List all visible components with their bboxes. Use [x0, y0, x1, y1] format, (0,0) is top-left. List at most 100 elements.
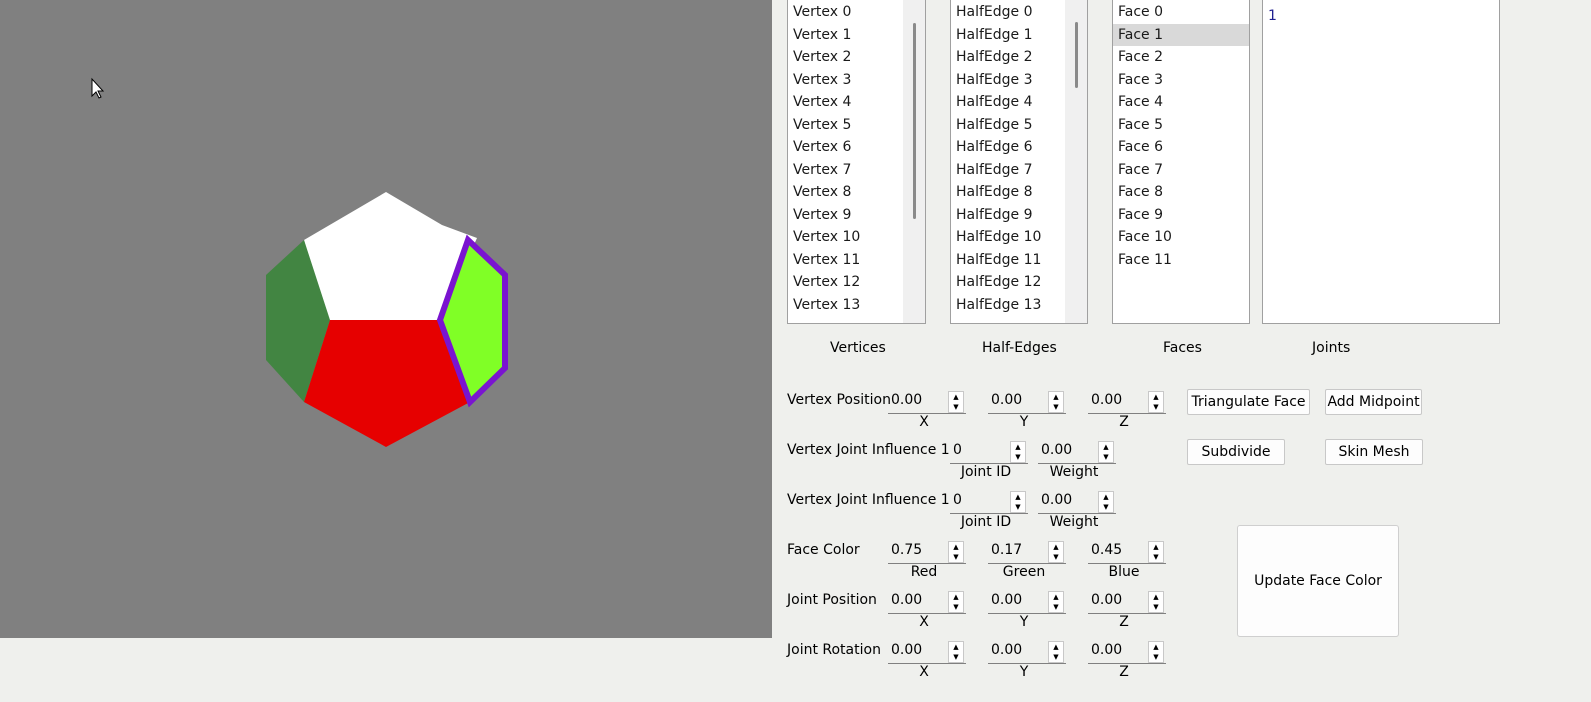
spin-up-icon[interactable]: ▲: [1011, 442, 1025, 452]
spin-down-icon[interactable]: ▼: [1011, 502, 1025, 512]
face-list-item[interactable]: Face 10: [1113, 226, 1249, 249]
vertex-z-spinbox[interactable]: 0.00 ▲ ▼: [1088, 390, 1166, 414]
face-list-item[interactable]: Face 1: [1113, 23, 1249, 46]
spin-down-icon[interactable]: ▼: [1049, 552, 1063, 562]
spin-up-icon[interactable]: ▲: [1099, 442, 1113, 452]
face-list-item[interactable]: Face 3: [1113, 69, 1249, 92]
joint-position-label: Joint Position: [787, 592, 877, 608]
spin-down-icon[interactable]: ▼: [1149, 402, 1163, 412]
triangulate-face-button[interactable]: Triangulate Face: [1187, 389, 1310, 415]
halfedges-label: Half-Edges: [982, 340, 1057, 356]
spin-down-icon[interactable]: ▼: [1049, 652, 1063, 662]
face-blue-caption: Blue: [1108, 564, 1140, 580]
spin-up-icon[interactable]: ▲: [949, 392, 963, 402]
influence1-joint-spinbox[interactable]: 0 ▲ ▼: [950, 440, 1028, 464]
spin-down-icon[interactable]: ▼: [1049, 402, 1063, 412]
spin-up-icon[interactable]: ▲: [1149, 392, 1163, 402]
spin-down-icon[interactable]: ▼: [1099, 452, 1113, 462]
joints-tree[interactable]: [1262, 0, 1500, 324]
face-color-label: Face Color: [787, 542, 860, 558]
vertex-z-caption: Z: [1119, 414, 1129, 430]
joint-rot-y-spinbox[interactable]: 0.00 ▲ ▼: [988, 640, 1066, 664]
faces-list[interactable]: Face 0 Face 1 Face 2 Face 3 Face 4 Face 5 Face…: [1112, 0, 1250, 324]
halfedges-scrollbar[interactable]: [1065, 0, 1087, 323]
influence1-joint-caption: Joint ID: [960, 464, 1012, 480]
face-red-caption: Red: [910, 564, 938, 580]
add-midpoint-button[interactable]: Add Midpoint: [1325, 389, 1422, 415]
spin-down-icon[interactable]: ▼: [949, 552, 963, 562]
joint-pos-y-caption: Y: [1019, 614, 1029, 630]
spin-down-icon[interactable]: ▼: [949, 602, 963, 612]
face-list-item[interactable]: Face 11: [1113, 249, 1249, 272]
face-green-caption: Green: [1002, 564, 1046, 580]
joint-pos-z-spinbox[interactable]: 0.00 ▲ ▼: [1088, 590, 1166, 614]
spin-up-icon[interactable]: ▲: [949, 592, 963, 602]
face-list-item[interactable]: Face 5: [1113, 114, 1249, 137]
spin-down-icon[interactable]: ▼: [1049, 602, 1063, 612]
halfedges-list[interactable]: HalfEdge 0 HalfEdge 1 HalfEdge 2 HalfEdge 3…: [950, 0, 1088, 324]
update-face-color-button[interactable]: Update Face Color: [1237, 525, 1399, 637]
spin-up-icon[interactable]: ▲: [1049, 592, 1063, 602]
face-list-item[interactable]: Face 0: [1113, 1, 1249, 24]
spin-up-icon[interactable]: ▲: [1149, 542, 1163, 552]
joint-pos-z-caption: Z: [1119, 614, 1129, 630]
vertex-y-spinbox[interactable]: 0.00 ▲ ▼: [988, 390, 1066, 414]
face-list-item[interactable]: Face 6: [1113, 136, 1249, 159]
joint-pos-x-caption: X: [919, 614, 929, 630]
face-blue-spinbox[interactable]: 0.45 ▲ ▼: [1088, 540, 1166, 564]
face-green-spinbox[interactable]: 0.17 ▲ ▼: [988, 540, 1066, 564]
joint-rot-z-spinbox[interactable]: 0.00 ▲ ▼: [1088, 640, 1166, 664]
vertex-x-caption: X: [919, 414, 929, 430]
spin-up-icon[interactable]: ▲: [1049, 392, 1063, 402]
vertex-x-spinbox[interactable]: 0.00 ▲ ▼: [888, 390, 966, 414]
face-red-spinbox[interactable]: 0.75 ▲ ▼: [888, 540, 966, 564]
spin-up-icon[interactable]: ▲: [949, 642, 963, 652]
spin-down-icon[interactable]: ▼: [949, 402, 963, 412]
joint-influence-1-label: Vertex Joint Influence 1: [787, 442, 950, 458]
mouse-cursor-icon: [91, 77, 105, 99]
spin-up-icon[interactable]: ▲: [1049, 542, 1063, 552]
spin-down-icon[interactable]: ▼: [1149, 552, 1163, 562]
joint-influence-2-label: Vertex Joint Influence 1: [787, 492, 950, 508]
vertex-y-caption: Y: [1019, 414, 1029, 430]
joint-rot-y-caption: Y: [1019, 664, 1029, 680]
influence2-joint-spinbox[interactable]: 0 ▲ ▼: [950, 490, 1028, 514]
influence1-weight-spinbox[interactable]: 0.00 ▲ ▼: [1038, 440, 1116, 464]
joint-rot-x-caption: X: [919, 664, 929, 680]
subdivide-button[interactable]: Subdivide: [1187, 439, 1285, 465]
influence2-weight-caption: Weight: [1049, 514, 1099, 530]
vertices-scrollbar[interactable]: [903, 0, 925, 323]
face-list-item[interactable]: Face 7: [1113, 159, 1249, 182]
face-list-item[interactable]: Face 8: [1113, 181, 1249, 204]
spin-up-icon[interactable]: ▲: [949, 542, 963, 552]
influence1-weight-caption: Weight: [1049, 464, 1099, 480]
spin-down-icon[interactable]: ▼: [1149, 602, 1163, 612]
face-list-item[interactable]: Face 2: [1113, 46, 1249, 69]
spin-down-icon[interactable]: ▼: [1149, 652, 1163, 662]
joint-pos-y-spinbox[interactable]: 0.00 ▲ ▼: [988, 590, 1066, 614]
gl-viewport[interactable]: [0, 0, 772, 638]
face-list-item[interactable]: Face 9: [1113, 204, 1249, 227]
joint-rotation-label: Joint Rotation: [787, 642, 881, 658]
influence2-joint-caption: Joint ID: [960, 514, 1012, 530]
joint-rot-x-spinbox[interactable]: 0.00 ▲ ▼: [888, 640, 966, 664]
spin-down-icon[interactable]: ▼: [1011, 452, 1025, 462]
spin-down-icon[interactable]: ▼: [949, 652, 963, 662]
joints-label: Joints: [1312, 340, 1351, 356]
joint-rot-z-caption: Z: [1119, 664, 1129, 680]
spin-up-icon[interactable]: ▲: [1011, 492, 1025, 502]
spin-up-icon[interactable]: ▲: [1149, 642, 1163, 652]
spin-up-icon[interactable]: ▲: [1049, 642, 1063, 652]
vertices-list[interactable]: Vertex 0 Vertex 1 Vertex 2 Vertex 3 Vertex 4…: [787, 0, 926, 324]
faces-label: Faces: [1163, 340, 1202, 356]
influence2-weight-spinbox[interactable]: 0.00 ▲ ▼: [1038, 490, 1116, 514]
face-list-item[interactable]: Face 4: [1113, 91, 1249, 114]
spin-up-icon[interactable]: ▲: [1149, 592, 1163, 602]
spin-up-icon[interactable]: ▲: [1099, 492, 1113, 502]
spin-down-icon[interactable]: ▼: [1099, 502, 1113, 512]
vertices-label: Vertices: [830, 340, 886, 356]
skin-mesh-button[interactable]: Skin Mesh: [1325, 439, 1423, 465]
joint-item[interactable]: 1: [1268, 8, 1277, 24]
mesh-render: [91, 77, 508, 447]
joint-pos-x-spinbox[interactable]: 0.00 ▲ ▼: [888, 590, 966, 614]
